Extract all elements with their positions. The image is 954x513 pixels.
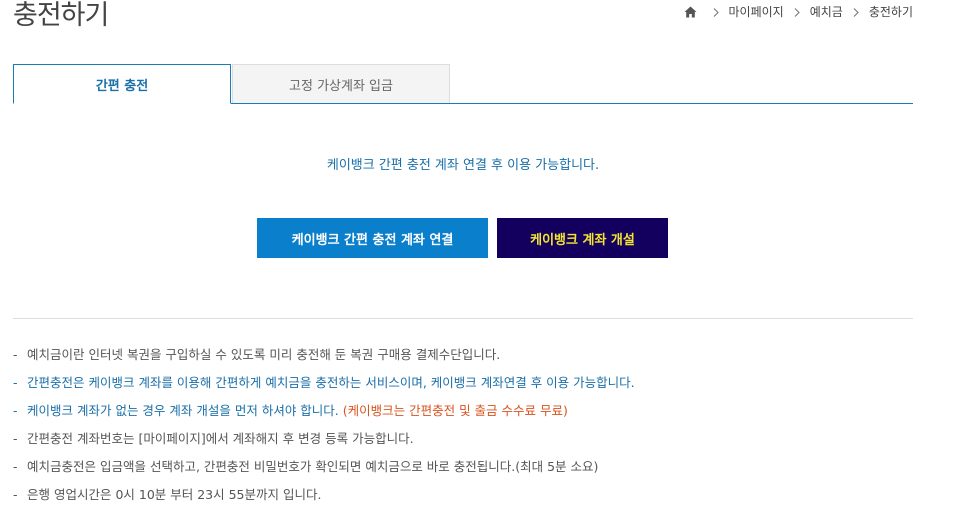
chevron-right-icon: [853, 7, 859, 17]
page: 충전하기 마이페이지 예치금 충전하기 간편 충전 고정 가상계좌 입금 케이뱅…: [0, 0, 954, 513]
dash: -: [13, 403, 18, 418]
page-title: 충전하기: [13, 0, 109, 31]
info-highlight: (케이뱅크는 간편충전 및 출금 수수료 무료): [342, 403, 568, 418]
info-item: - 예치금이란 인터넷 복권을 구입하실 수 있도록 미리 충전해 둔 복권 구매…: [13, 344, 913, 372]
dash: -: [13, 431, 18, 446]
info-text: 예치금충전은 입금액을 선택하고, 간편충전 비밀번호가 확인되면 예치금으로 …: [27, 459, 599, 474]
open-account-button[interactable]: 케이뱅크 계좌 개설: [497, 218, 668, 258]
chevron-right-icon: [794, 7, 800, 17]
breadcrumb: 마이페이지 예치금 충전하기: [684, 4, 913, 20]
info-text: 간편충전은 케이뱅크 계좌를 이용해 간편하게 예치금을 충전하는 서비스이며,…: [27, 375, 635, 390]
info-item: - 간편충전은 케이뱅크 계좌를 이용해 간편하게 예치금을 충전하는 서비스이며…: [13, 372, 913, 400]
breadcrumb-item-mypage[interactable]: 마이페이지: [729, 4, 784, 20]
divider: [13, 318, 913, 319]
chevron-right-icon: [713, 7, 719, 17]
info-text: 예치금이란 인터넷 복권을 구입하실 수 있도록 미리 충전해 둔 복권 구매용…: [27, 347, 501, 362]
info-list: - 예치금이란 인터넷 복권을 구입하실 수 있도록 미리 충전해 둔 복권 구매…: [13, 344, 913, 512]
tab-easy-charge[interactable]: 간편 충전: [13, 64, 231, 104]
dash: -: [13, 347, 18, 362]
info-item: - 간편충전 계좌번호는 [마이페이지]에서 계좌해지 후 변경 등록 가능합니다…: [13, 428, 913, 456]
info-item: - 케이뱅크 계좌가 없는 경우 계좌 개설을 먼저 하셔야 합니다. (케이뱅크…: [13, 400, 913, 428]
info-item: - 은행 영업시간은 0시 10분 부터 23시 55분까지 입니다.: [13, 484, 913, 512]
connect-account-button[interactable]: 케이뱅크 간편 충전 계좌 연결: [257, 218, 488, 258]
notice-text: 케이뱅크 간편 충전 계좌 연결 후 이용 가능합니다.: [326, 158, 600, 173]
tab-bar: 간편 충전 고정 가상계좌 입금: [13, 64, 913, 104]
dash: -: [13, 459, 18, 474]
breadcrumb-item-charge: 충전하기: [868, 5, 913, 19]
breadcrumb-item-deposit[interactable]: 예치금: [810, 4, 843, 20]
info-item: - 예치금충전은 입금액을 선택하고, 간편충전 비밀번호가 확인되면 예치금으로…: [13, 456, 913, 484]
home-icon[interactable]: [684, 6, 697, 18]
dash: -: [13, 375, 18, 390]
dash: -: [13, 487, 18, 502]
info-text: 은행 영업시간은 0시 10분 부터 23시 55분까지 입니다.: [27, 487, 322, 502]
info-text: 간편충전 계좌번호는 [마이페이지]에서 계좌해지 후 변경 등록 가능합니다.: [27, 431, 414, 446]
tab-virtual-account[interactable]: 고정 가상계좌 입금: [232, 64, 450, 103]
info-text: 케이뱅크 계좌가 없는 경우 계좌 개설을 먼저 하셔야 합니다.: [27, 403, 343, 418]
